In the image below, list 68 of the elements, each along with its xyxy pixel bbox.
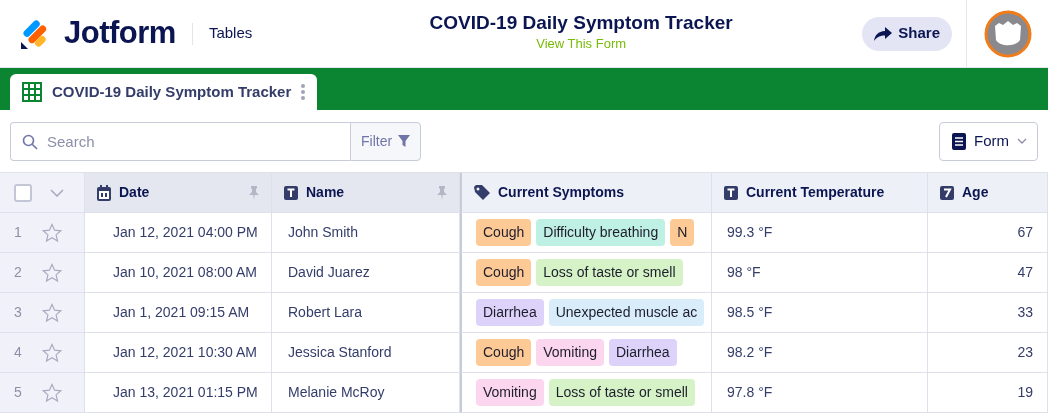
age-cell-text: 19 xyxy=(1017,383,1033,402)
more-options-icon[interactable] xyxy=(301,83,306,101)
age-cell-text: 47 xyxy=(1017,263,1033,282)
symptom-tag: Cough xyxy=(476,219,532,246)
name-cell-text: Robert Lara xyxy=(288,303,362,322)
row-number: 3 xyxy=(14,303,23,322)
text-field-icon xyxy=(284,185,298,200)
filter-icon xyxy=(398,135,411,147)
calendar-icon xyxy=(97,184,111,201)
star-icon[interactable] xyxy=(42,342,62,363)
symptom-tag: N xyxy=(670,219,695,246)
symptom-tag: Diarrhea xyxy=(608,339,677,366)
number-field-icon xyxy=(940,185,954,200)
form-icon xyxy=(952,132,966,150)
star-icon[interactable] xyxy=(42,302,62,323)
symptom-tag: Difficulty breathing xyxy=(536,219,666,246)
symptom-tag: Diarrhea xyxy=(476,299,544,326)
temperature-cell-text: 98 °F xyxy=(727,263,761,282)
share-button[interactable]: Share xyxy=(862,16,952,51)
date-cell-text: Jan 13, 2021 01:15 PM xyxy=(113,383,258,402)
row-number: 5 xyxy=(14,383,23,402)
temperature-cell-text: 98.5 °F xyxy=(727,303,773,322)
age-cell-text: 33 xyxy=(1017,303,1033,322)
table-icon xyxy=(22,82,42,102)
column-header[interactable]: Name xyxy=(306,182,345,203)
age-cell-text: 67 xyxy=(1017,223,1033,242)
date-cell-text: Jan 10, 2021 08:00 AM xyxy=(113,263,257,282)
name-cell-text: Jessica Stanford xyxy=(288,343,392,362)
chevron-down-icon xyxy=(1017,138,1027,144)
share-icon xyxy=(874,26,893,41)
search-field[interactable]: Search xyxy=(10,121,350,161)
row-number: 2 xyxy=(14,263,23,282)
name-cell-text: Melanie McRoy xyxy=(288,383,385,402)
symptom-tag: Loss of taste or smell xyxy=(548,379,695,406)
star-icon[interactable] xyxy=(42,262,62,283)
star-icon[interactable] xyxy=(42,222,62,243)
avatar-icon[interactable] xyxy=(983,9,1032,58)
symptom-tag: Vomiting xyxy=(536,339,604,366)
temperature-cell-text: 97.8 °F xyxy=(727,383,773,402)
tag-icon xyxy=(474,184,490,201)
table-tab[interactable]: COVID-19 Daily Symptom Tracker xyxy=(10,74,318,110)
temperature-cell-text: 99.3 °F xyxy=(727,223,773,242)
age-cell-text: 23 xyxy=(1017,343,1033,362)
name-cell-text: David Juarez xyxy=(288,263,370,282)
column-header[interactable]: Date xyxy=(119,182,150,203)
date-cell-text: Jan 1, 2021 09:15 AM xyxy=(113,303,250,322)
filter-button[interactable]: Filter xyxy=(350,121,422,161)
name-cell-text: John Smith xyxy=(288,223,359,242)
symptom-tag: Unexpected muscle ac xyxy=(548,299,705,326)
chevron-down-icon[interactable] xyxy=(50,188,64,197)
row-number: 4 xyxy=(14,343,23,362)
symptom-tag: Cough xyxy=(476,339,532,366)
section-label[interactable]: Tables xyxy=(208,22,253,45)
symptom-tag: Cough xyxy=(476,259,532,286)
form-title: COVID-19 Daily Symptom Tracker xyxy=(429,13,733,35)
column-header[interactable]: Age xyxy=(962,182,989,203)
star-icon[interactable] xyxy=(42,382,62,403)
date-cell-text: Jan 12, 2021 04:00 PM xyxy=(113,223,258,242)
brand-name[interactable]: Jotform xyxy=(64,10,176,57)
temperature-cell-text: 98.2 °F xyxy=(727,343,773,362)
view-dropdown[interactable]: Form xyxy=(939,121,1038,161)
select-all-checkbox[interactable] xyxy=(14,183,32,202)
symptom-tag: Vomiting xyxy=(476,379,544,406)
text-field-icon xyxy=(724,185,738,200)
symptom-tag: Loss of taste or smell xyxy=(536,259,683,286)
search-icon xyxy=(22,133,38,150)
row-number: 1 xyxy=(14,223,23,242)
date-cell-text: Jan 12, 2021 10:30 AM xyxy=(113,343,257,362)
